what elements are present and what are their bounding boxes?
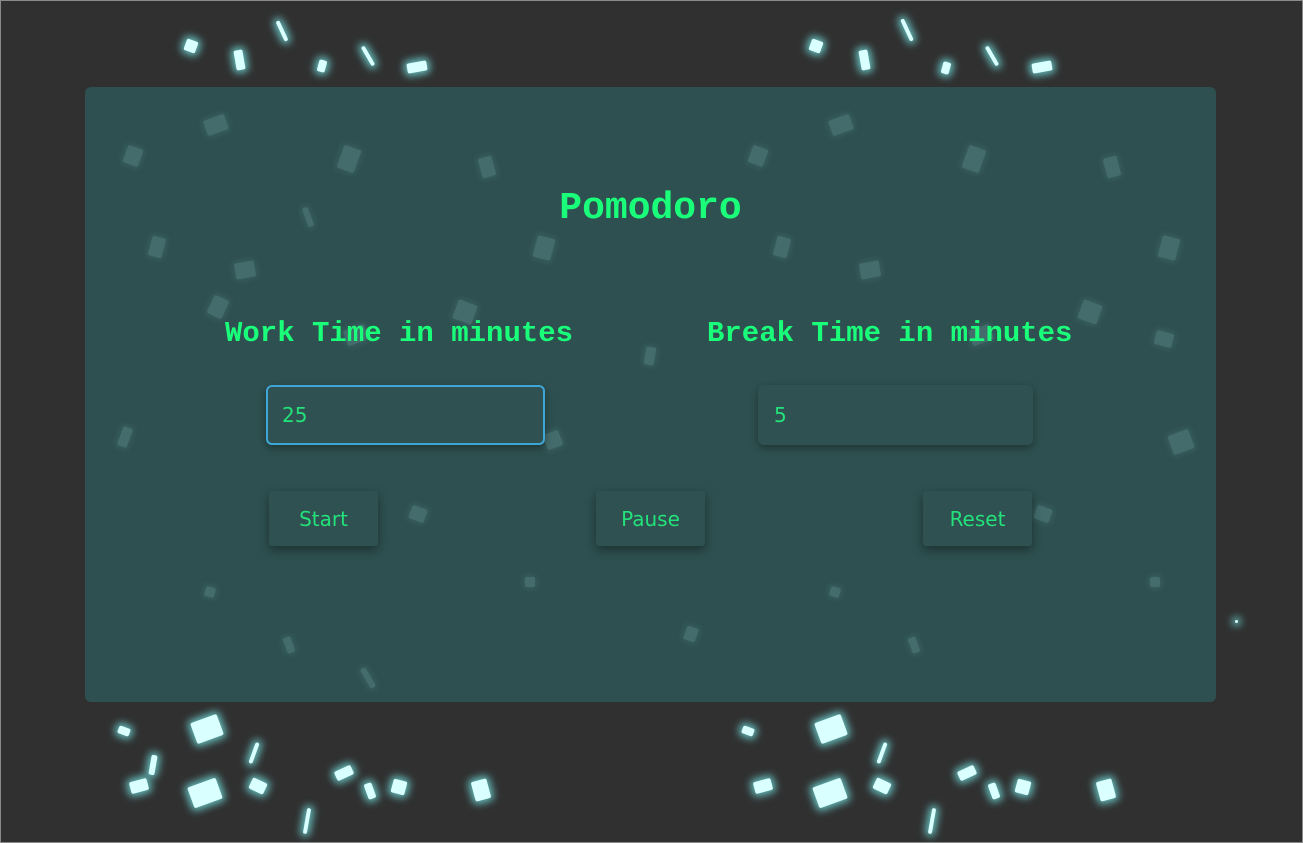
glow-particle: [390, 778, 408, 796]
glow-particle: [1235, 620, 1238, 623]
panel-particle: [542, 429, 564, 451]
panel-particle: [1153, 329, 1175, 349]
glow-particle: [116, 725, 132, 737]
panel-particle: [359, 666, 377, 690]
glow-particle: [752, 777, 774, 795]
glow-particle: [128, 777, 150, 795]
glow-particle: [406, 60, 428, 74]
glow-particle: [190, 713, 224, 745]
panel-background-particles: [85, 87, 1216, 702]
glow-particle: [808, 38, 824, 54]
glow-particle: [1095, 778, 1117, 802]
work-time-label: Work Time in minutes: [225, 317, 574, 350]
panel-particle: [202, 113, 230, 137]
panel-particle: [747, 144, 769, 168]
glow-particle: [876, 741, 888, 765]
glow-particle: [302, 807, 312, 835]
page-title: Pomodoro: [559, 187, 742, 230]
panel-particle: [682, 625, 700, 643]
panel-particle: [532, 235, 556, 261]
panel-particle: [643, 346, 657, 366]
glow-particle: [858, 49, 871, 71]
panel-particle: [1033, 504, 1053, 524]
glow-particle: [360, 45, 376, 67]
glow-particle: [956, 764, 978, 782]
glow-particle: [927, 807, 937, 835]
panel-particle: [827, 113, 855, 137]
break-time-label: Break Time in minutes: [707, 317, 1073, 350]
glow-particle: [363, 782, 377, 800]
panel-particle: [828, 585, 842, 599]
panel-particle: [203, 585, 217, 599]
start-button[interactable]: Start: [269, 491, 378, 546]
panel-particle: [282, 636, 296, 654]
glow-particle: [183, 38, 199, 54]
break-time-input[interactable]: [758, 385, 1033, 445]
glow-particle: [740, 725, 756, 737]
pomodoro-panel: Pomodoro Work Time in minutes Break Time…: [85, 87, 1216, 702]
panel-particle: [858, 260, 882, 280]
panel-particle: [961, 144, 987, 174]
glow-particle: [248, 741, 260, 765]
glow-particle: [940, 61, 952, 75]
panel-particle: [477, 155, 497, 179]
glow-particle: [872, 777, 892, 795]
glow-particle: [333, 764, 355, 782]
panel-particle: [206, 294, 230, 320]
panel-particle: [1150, 577, 1160, 587]
panel-particle: [408, 504, 428, 524]
glow-particle: [900, 18, 914, 42]
glow-particle: [812, 777, 848, 809]
panel-particle: [772, 235, 792, 259]
pause-button[interactable]: Pause: [596, 491, 705, 546]
panel-particle: [1167, 428, 1195, 456]
panel-particle: [525, 577, 535, 587]
panel-particle: [233, 260, 257, 280]
glow-particle: [987, 782, 1001, 800]
glow-particle: [814, 713, 848, 745]
glow-particle: [233, 49, 246, 71]
panel-particle: [1157, 235, 1181, 261]
glow-particle: [984, 45, 1000, 67]
glow-particle: [316, 59, 328, 73]
glow-particle: [1014, 778, 1032, 796]
work-time-input[interactable]: [266, 385, 545, 445]
panel-particle: [147, 235, 167, 259]
panel-particle: [907, 636, 921, 654]
glow-particle: [248, 777, 268, 795]
glow-particle: [187, 777, 223, 809]
panel-particle: [336, 144, 362, 174]
glow-particle: [1031, 60, 1053, 74]
panel-particle: [1102, 155, 1122, 179]
panel-particle: [122, 144, 144, 168]
panel-particle: [116, 425, 134, 449]
panel-particle: [1077, 299, 1103, 325]
glow-particle: [275, 20, 289, 42]
glow-particle: [148, 754, 158, 776]
pomodoro-page: { "app": { "title": "Pomodoro" }, "work"…: [0, 0, 1303, 843]
reset-button[interactable]: Reset: [923, 491, 1032, 546]
glow-particle: [470, 778, 492, 802]
